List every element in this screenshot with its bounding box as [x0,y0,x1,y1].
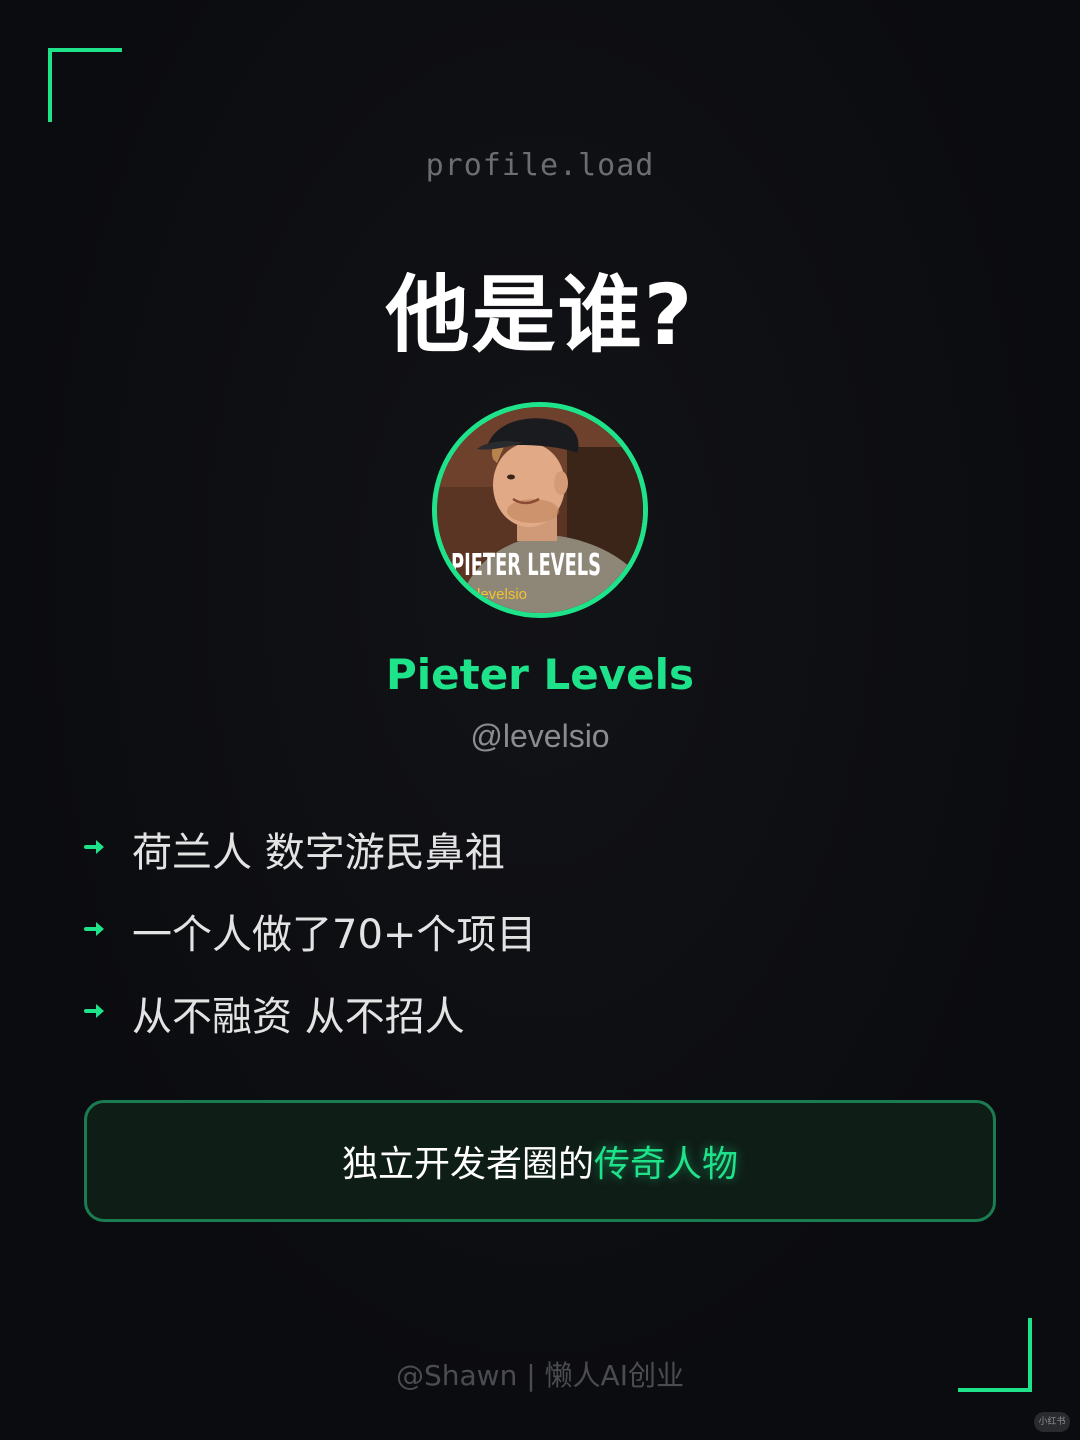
fact-text: 荷兰人 数字游民鼻祖 [132,830,505,876]
list-item: 一个人做了70+个项目 [84,890,984,972]
callout-prefix: 独立开发者圈的 [341,1144,594,1185]
arrow-right-icon [84,919,108,943]
list-item: 荷兰人 数字游民鼻祖 [84,808,984,890]
corner-bracket-top-left [48,48,122,122]
avatar-overlay-name: PIETER LEVELS [451,548,601,583]
footer-credit: @Shawn | 懒人AI创业 [396,1359,684,1392]
profile-handle: @levelsio [470,718,610,754]
fact-list: 荷兰人 数字游民鼻祖 一个人做了70+个项目 从不融资 从不招人 [84,808,984,1054]
callout-box: 独立开发者圈的传奇人物 [84,1100,996,1222]
watermark-badge: 小红书 [1034,1412,1070,1432]
fact-text: 一个人做了70+个项目 [132,912,537,958]
page-root: profile.load 他是谁? PIETER LEVELS levelsio… [0,0,1080,1440]
loader-text: profile.load [425,148,655,183]
arrow-right-icon [84,837,108,861]
profile-name: Pieter Levels [385,650,695,699]
fact-text: 从不融资 从不招人 [132,994,465,1040]
callout-text: 独立开发者圈的传奇人物 [342,1135,738,1187]
page-title: 他是谁? [385,266,695,364]
avatar: PIETER LEVELS levelsio [432,402,648,618]
callout-highlight: 传奇人物 [594,1144,739,1185]
list-item: 从不融资 从不招人 [84,972,984,1054]
arrow-right-icon [84,1001,108,1025]
avatar-overlay-handle: levelsio [477,586,527,603]
